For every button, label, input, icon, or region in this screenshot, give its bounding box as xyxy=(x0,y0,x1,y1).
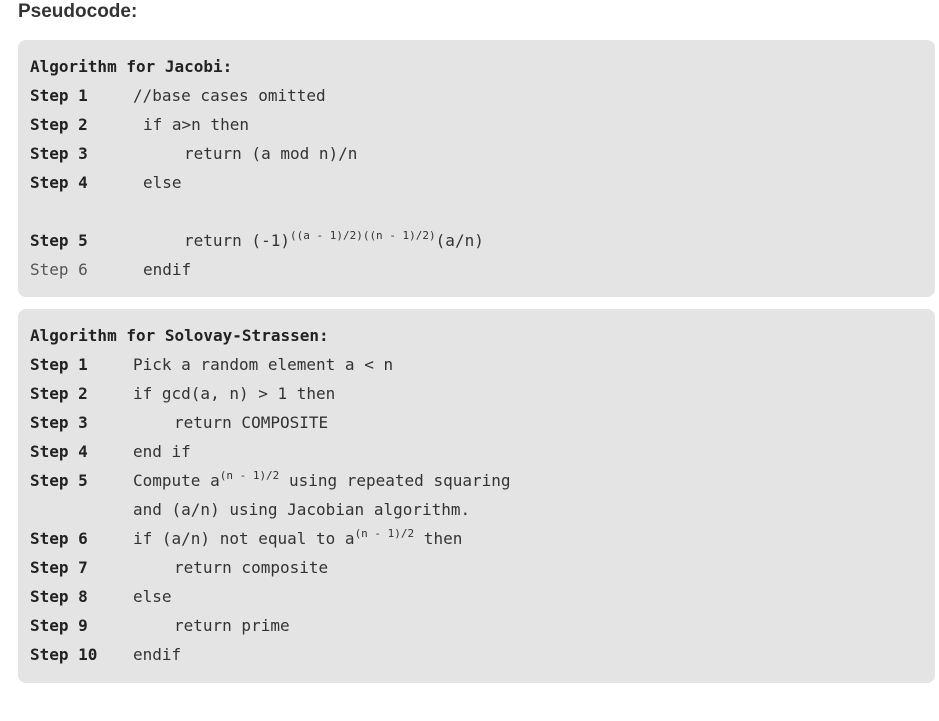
jacobi-step-4: Step 4 else xyxy=(30,173,182,202)
step-label: Step 6 xyxy=(30,529,88,548)
solovay-title: Algorithm for Solovay-Strassen: xyxy=(30,326,329,345)
step-label: Step 1 xyxy=(30,355,88,374)
exponent: (n - 1)/2 xyxy=(219,469,280,482)
step-text-post: using repeated squaring xyxy=(279,471,511,490)
solovay-strassen-code-block: Algorithm for Solovay-Strassen: Step 1 P… xyxy=(18,309,935,683)
solovay-step-3: Step 3 return COMPOSITE xyxy=(30,413,328,442)
step-text: if (a/n) not equal to a(n - 1)/2 then xyxy=(133,527,463,548)
step-text: and (a/n) using Jacobian algorithm. xyxy=(133,500,471,519)
step-label: Step 3 xyxy=(30,144,88,163)
step-label: Step 5 xyxy=(30,231,88,250)
solovay-step-5: Step 5 Compute a(n - 1)/2 using repeated… xyxy=(30,470,511,500)
solovay-step-10: Step 10 endif xyxy=(30,645,181,674)
jacobi-title: Algorithm for Jacobi: xyxy=(30,57,233,76)
exponent: (n - 1)/2 xyxy=(354,527,415,540)
step-text: return (-1)((a - 1)/2)((n - 1)/2)(a/n) xyxy=(184,229,484,250)
step-text: Compute a(n - 1)/2 using repeated squari… xyxy=(133,469,511,490)
jacobi-step-6: Step 6 endif xyxy=(30,260,191,289)
solovay-step-4: Step 4 end if xyxy=(30,442,191,471)
solovay-step-8: Step 8 else xyxy=(30,587,172,616)
step-label: Step 7 xyxy=(30,558,88,577)
step-text: return (a mod n)/n xyxy=(184,144,358,163)
step-label: Step 5 xyxy=(30,471,88,490)
step-text: else xyxy=(143,173,182,192)
step-text-pre: return (-1) xyxy=(184,231,290,250)
step-label: Step 4 xyxy=(30,173,88,192)
jacobi-step-1: Step 1 //base cases omitted xyxy=(30,86,326,115)
step-text-pre: Compute a xyxy=(133,471,220,490)
step-text: Pick a random element a < n xyxy=(133,355,394,374)
solovay-step-9: Step 9 return prime xyxy=(30,616,290,645)
step-label: Step 9 xyxy=(30,616,88,635)
step-label: Step 2 xyxy=(30,115,88,134)
step-text-post: (a/n) xyxy=(435,231,484,250)
jacobi-step-3: Step 3 return (a mod n)/n xyxy=(30,144,357,173)
step-text: return prime xyxy=(174,616,290,635)
step-label: Step 2 xyxy=(30,384,88,403)
jacobi-code-block: Algorithm for Jacobi: Step 1 //base case… xyxy=(18,40,935,297)
solovay-step-6: Step 6 if (a/n) not equal to a(n - 1)/2 … xyxy=(30,528,462,558)
step-text: return COMPOSITE xyxy=(174,413,329,432)
step-text: endif xyxy=(143,260,192,279)
solovay-step-1: Step 1 Pick a random element a < n xyxy=(30,355,393,384)
step-text-pre: if (a/n) not equal to a xyxy=(133,529,355,548)
step-label: Step 6 xyxy=(30,260,88,279)
step-text: else xyxy=(133,587,172,606)
step-label: Step 10 xyxy=(30,645,98,664)
step-text-post: then xyxy=(414,529,463,548)
exponent: ((a - 1)/2)((n - 1)/2) xyxy=(289,229,436,242)
step-text: //base cases omitted xyxy=(133,86,326,105)
solovay-step-5-continued: and (a/n) using Jacobian algorithm. xyxy=(30,500,470,529)
solovay-step-7: Step 7 return composite xyxy=(30,558,328,587)
pseudocode-heading: Pseudocode: xyxy=(18,1,138,22)
solovay-step-2: Step 2 if gcd(a, n) > 1 then xyxy=(30,384,335,413)
jacobi-step-2: Step 2 if a>n then xyxy=(30,115,249,144)
step-label: Step 8 xyxy=(30,587,88,606)
step-text: if a>n then xyxy=(143,115,249,134)
step-text: if gcd(a, n) > 1 then xyxy=(133,384,336,403)
step-label: Step 1 xyxy=(30,86,88,105)
step-text: endif xyxy=(133,645,182,664)
jacobi-step-5: Step 5 return (-1)((a - 1)/2)((n - 1)/2)… xyxy=(30,230,484,260)
step-text: return composite xyxy=(174,558,329,577)
step-text: end if xyxy=(133,442,191,461)
step-label: Step 4 xyxy=(30,442,88,461)
step-label: Step 3 xyxy=(30,413,88,432)
